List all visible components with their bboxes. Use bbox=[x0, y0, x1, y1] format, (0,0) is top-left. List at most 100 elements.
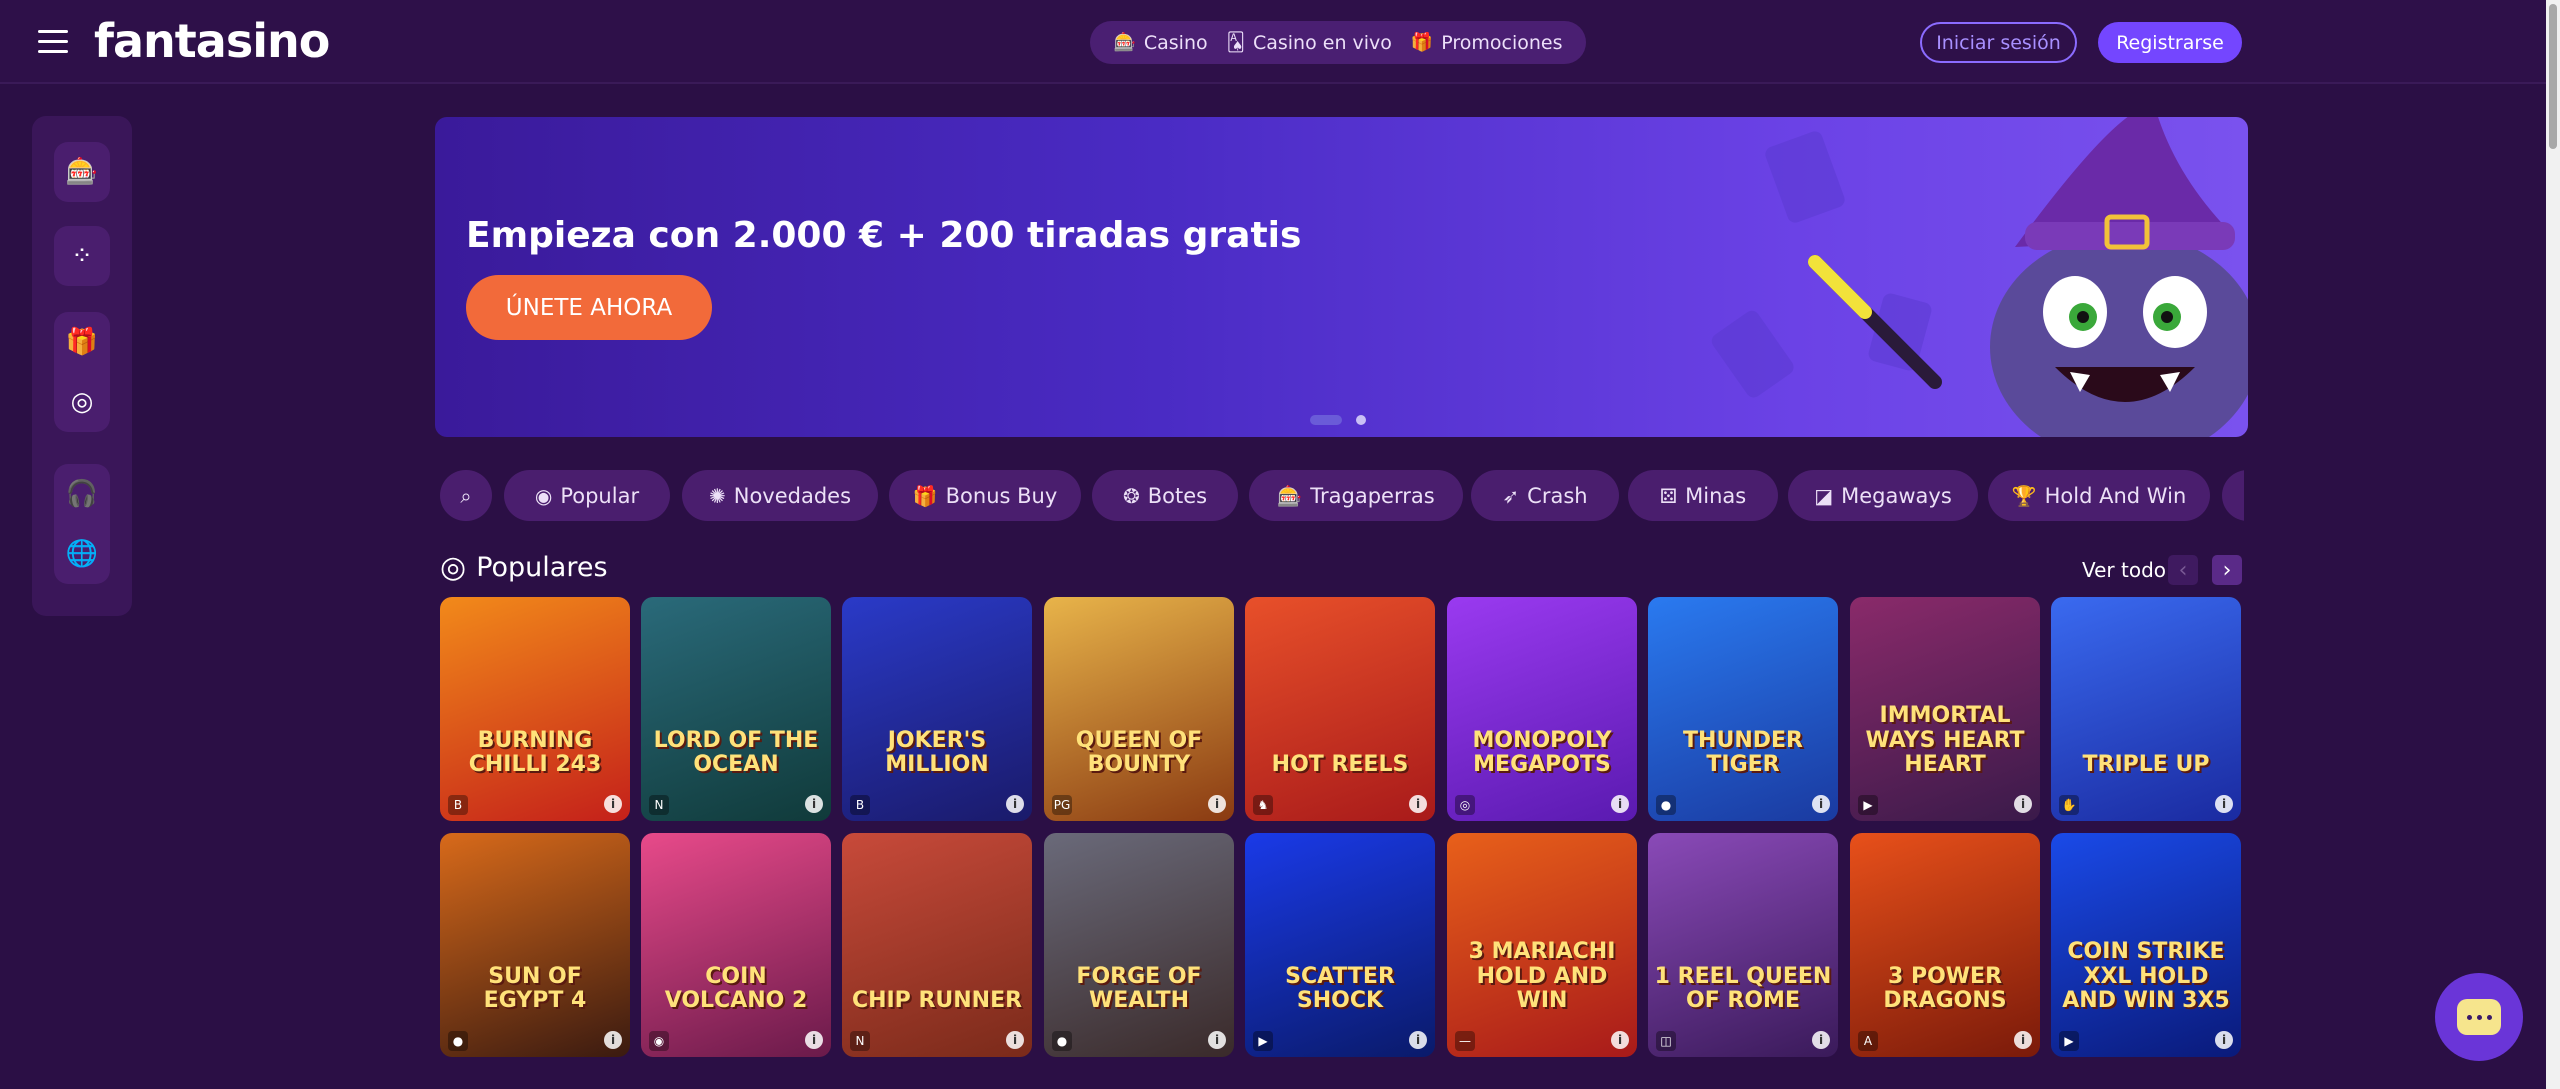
game-title: JOKER'S MILLION bbox=[885, 727, 989, 777]
game-tile[interactable]: JOKER'S MILLION Bi bbox=[842, 597, 1032, 821]
see-all-link[interactable]: Ver todo bbox=[2082, 558, 2166, 582]
info-icon[interactable]: i bbox=[2014, 795, 2032, 813]
provider-icon: N bbox=[649, 795, 669, 815]
game-tile[interactable]: MONOPOLY MEGAPOTS ◎ i bbox=[1447, 597, 1637, 821]
game-title: LORD OF THE OCEAN bbox=[653, 727, 819, 777]
game-tile[interactable]: 1 REEL QUEEN OF ROME ◫ i bbox=[1648, 833, 1838, 1057]
chat-button[interactable] bbox=[2435, 973, 2523, 1061]
logo[interactable]: fantasino bbox=[94, 14, 330, 68]
game-tile[interactable]: LORD OF THE OCEAN Ni bbox=[641, 597, 831, 821]
globe-icon[interactable]: 🌐 bbox=[54, 524, 110, 584]
provider-icon: ▶ bbox=[1253, 1031, 1273, 1051]
info-icon[interactable]: i bbox=[805, 795, 823, 813]
info-icon[interactable]: i bbox=[1208, 795, 1226, 813]
jackpot-icon: ❂ bbox=[1122, 483, 1140, 508]
game-tile[interactable]: CHIP RUNNER Ni bbox=[842, 833, 1032, 1057]
game-title: FORGE OF WEALTH bbox=[1076, 963, 1202, 1013]
scrollbar-thumb[interactable] bbox=[2549, 4, 2557, 149]
info-icon[interactable]: i bbox=[1409, 1031, 1427, 1049]
info-icon[interactable]: i bbox=[2014, 1031, 2032, 1049]
register-button[interactable]: Registrarse bbox=[2098, 22, 2242, 63]
game-tile[interactable]: 3 POWER DRAGONS Ai bbox=[1850, 833, 2040, 1057]
spiral-icon: ◎ bbox=[440, 550, 467, 585]
promo-banner[interactable]: Empieza con 2.000 € + 200 tiradas gratis… bbox=[435, 117, 2248, 437]
chevron-right-icon[interactable]: › bbox=[2212, 555, 2242, 585]
game-tile[interactable]: TRIPLE UP ✋ i bbox=[2051, 597, 2241, 821]
provider-icon: ▶ bbox=[2059, 1031, 2079, 1051]
category-slots[interactable]: 🎰 Tragaperras bbox=[1249, 470, 1463, 521]
game-title: 1 REEL QUEEN OF ROME bbox=[1654, 963, 1832, 1013]
sidebar: 🎰 ⁘ 🎁 ◎ 🎧 🌐 bbox=[32, 116, 132, 616]
info-icon[interactable]: i bbox=[2215, 795, 2233, 813]
nav-promotions[interactable]: 🎁 Promociones bbox=[1411, 32, 1563, 54]
info-icon[interactable]: i bbox=[604, 1031, 622, 1049]
game-title: 3 MARIACHI HOLD AND WIN bbox=[1468, 939, 1616, 1013]
provider-icon: ◉ bbox=[649, 1031, 669, 1051]
main-nav: 🎰 Casino 🂡 Casino en vivo 🎁 Promociones bbox=[1090, 21, 1586, 64]
category-label: Crash bbox=[1527, 483, 1588, 508]
info-icon[interactable]: i bbox=[1611, 1031, 1629, 1049]
info-icon[interactable]: i bbox=[1812, 1031, 1830, 1049]
game-tile[interactable]: IMMORTAL WAYS HEART HEART ▶ i bbox=[1850, 597, 2040, 821]
category-bonus-buy[interactable]: 🎁 Bonus Buy bbox=[889, 470, 1081, 521]
game-tile[interactable]: COIN STRIKE XXL HOLD AND WIN 3X5 ▶ i bbox=[2051, 833, 2241, 1057]
game-tile[interactable]: THUNDER TIGER ● i bbox=[1648, 597, 1838, 821]
carousel-dot-active[interactable] bbox=[1310, 415, 1342, 425]
info-icon[interactable]: i bbox=[2215, 1031, 2233, 1049]
nav-casino[interactable]: 🎰 Casino bbox=[1113, 32, 1207, 54]
category-label: Megaways bbox=[1841, 483, 1952, 508]
carousel-dot[interactable] bbox=[1356, 415, 1366, 425]
category-label: Novedades bbox=[733, 483, 852, 508]
info-icon[interactable]: i bbox=[1006, 795, 1024, 813]
gift-icon[interactable]: 🎁 bbox=[54, 312, 110, 372]
category-hold-and-win[interactable]: 🏆 Hold And Win bbox=[1988, 470, 2210, 521]
info-icon[interactable]: i bbox=[1208, 1031, 1226, 1049]
category-jackpots[interactable]: ❂ Botes bbox=[1092, 470, 1238, 521]
info-icon[interactable]: i bbox=[1611, 795, 1629, 813]
info-icon[interactable]: i bbox=[604, 795, 622, 813]
game-title: COIN STRIKE XXL HOLD AND WIN 3X5 bbox=[2062, 939, 2230, 1013]
info-icon[interactable]: i bbox=[805, 1031, 823, 1049]
megaways-icon: ◪ bbox=[1814, 483, 1834, 508]
category-popular[interactable]: ◉ Popular bbox=[504, 470, 670, 521]
carousel-dots bbox=[1310, 415, 1366, 425]
menu-icon[interactable] bbox=[38, 30, 68, 54]
category-label: Bonus Buy bbox=[945, 483, 1058, 508]
game-tile[interactable]: SUN OF EGYPT 4 ● i bbox=[440, 833, 630, 1057]
banner-title: Empieza con 2.000 € + 200 tiradas gratis bbox=[466, 215, 1302, 256]
nav-label: Casino en vivo bbox=[1252, 31, 1392, 54]
category-new[interactable]: ✺ Novedades bbox=[682, 470, 878, 521]
search-button[interactable]: ⌕ bbox=[440, 470, 492, 521]
sidebar-group-games: 🎰 bbox=[54, 142, 110, 202]
category-megaways[interactable]: ◪ Megaways bbox=[1788, 470, 1978, 521]
chevron-left-icon[interactable]: ‹ bbox=[2168, 555, 2198, 585]
info-icon[interactable]: i bbox=[1812, 795, 1830, 813]
slot-machine-icon[interactable]: 🎰 bbox=[54, 142, 110, 202]
category-more[interactable] bbox=[2222, 470, 2244, 521]
support-icon[interactable]: 🎧 bbox=[54, 464, 110, 524]
info-icon[interactable]: i bbox=[1006, 1031, 1024, 1049]
info-icon[interactable]: i bbox=[1409, 795, 1427, 813]
game-title: TRIPLE UP bbox=[2082, 751, 2210, 777]
provider-icon: ● bbox=[448, 1031, 468, 1051]
nav-label: Casino bbox=[1143, 31, 1208, 54]
join-now-button[interactable]: ÚNETE AHORA bbox=[466, 275, 712, 340]
game-tile[interactable]: SCATTER SHOCK ▶ i bbox=[1245, 833, 1435, 1057]
game-tile[interactable]: COIN VOLCANO 2 ◉ i bbox=[641, 833, 831, 1057]
game-tile[interactable]: HOT REELS ♞ i bbox=[1245, 597, 1435, 821]
login-button[interactable]: Iniciar sesión bbox=[1920, 22, 2077, 63]
sports-icon[interactable]: ⁘ bbox=[54, 226, 110, 286]
game-tile[interactable]: BURNING CHILLI 243 Bi bbox=[440, 597, 630, 821]
game-title: BURNING CHILLI 243 bbox=[468, 727, 602, 777]
nav-live-casino[interactable]: 🂡 Casino en vivo bbox=[1227, 32, 1392, 54]
new-icon: ✺ bbox=[708, 483, 726, 508]
game-tile[interactable]: QUEEN OF BOUNTY PG i bbox=[1044, 597, 1234, 821]
scrollbar[interactable] bbox=[2546, 0, 2560, 1089]
game-tile[interactable]: FORGE OF WEALTH ● i bbox=[1044, 833, 1234, 1057]
chip-icon[interactable]: ◎ bbox=[54, 372, 110, 432]
category-mines[interactable]: ⚄ Minas bbox=[1628, 470, 1778, 521]
category-crash[interactable]: ➶ Crash bbox=[1471, 470, 1619, 521]
category-label: Minas bbox=[1685, 483, 1747, 508]
game-tile[interactable]: 3 MARIACHI HOLD AND WIN — i bbox=[1447, 833, 1637, 1057]
gift-icon: 🎁 bbox=[912, 483, 938, 508]
